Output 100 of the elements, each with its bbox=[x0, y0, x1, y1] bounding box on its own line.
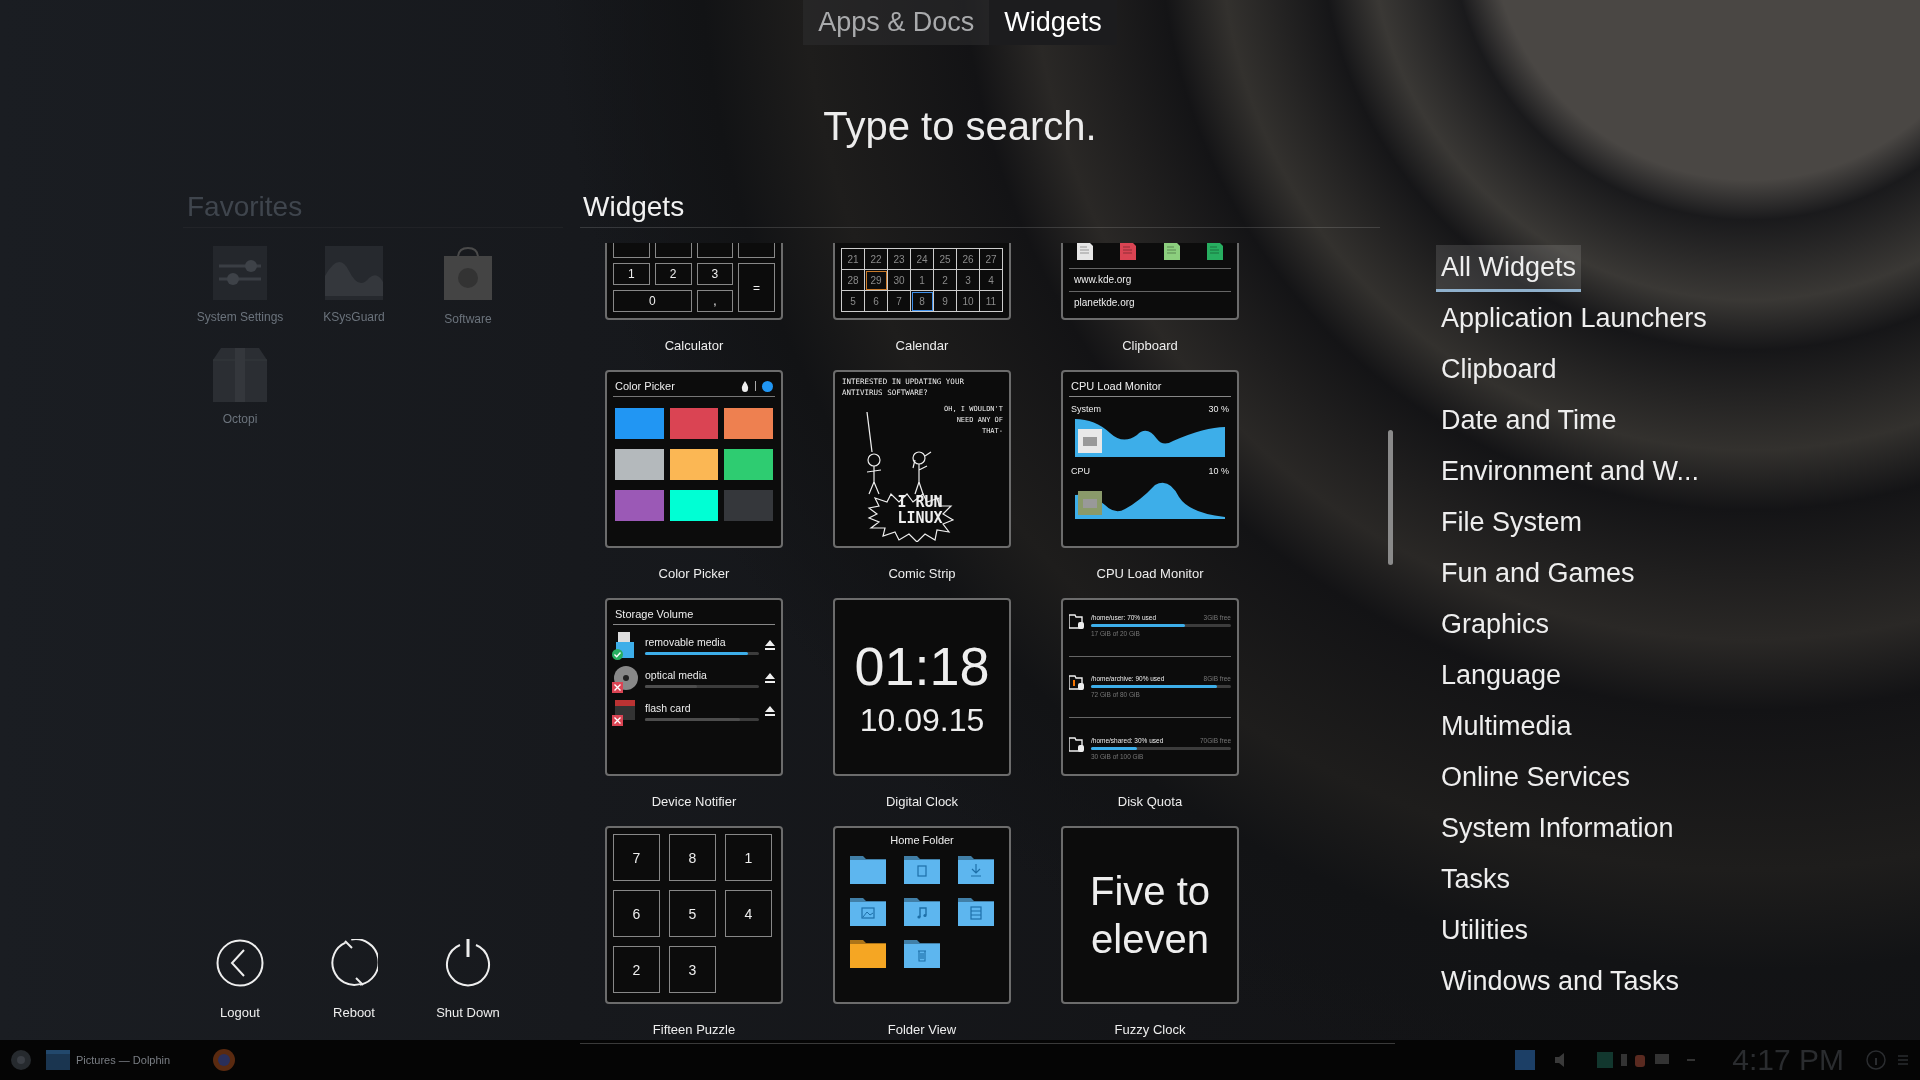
app-name[interactable]: Octopi bbox=[222, 412, 258, 426]
reboot-button[interactable]: Reboot bbox=[297, 939, 411, 1020]
eject-icon[interactable] bbox=[765, 673, 775, 683]
calculator-key: 1 bbox=[613, 263, 650, 285]
category-item[interactable]: System Information bbox=[1436, 806, 1679, 853]
category-item[interactable]: Environment and W... bbox=[1436, 449, 1705, 496]
category-item[interactable]: Graphics bbox=[1436, 602, 1555, 649]
calendar-day[interactable]: 25 bbox=[934, 249, 957, 270]
category-item[interactable]: Application Launchers bbox=[1436, 296, 1712, 343]
folder-title: Home Folder bbox=[889, 834, 955, 846]
calendar-day[interactable]: 23 bbox=[888, 249, 911, 270]
clipboard-entry[interactable]: www.kde.org bbox=[1069, 271, 1231, 289]
folder-icon bbox=[904, 938, 940, 968]
info-icon[interactable] bbox=[1866, 1050, 1886, 1070]
category-item[interactable]: Language bbox=[1436, 653, 1567, 700]
calendar-day[interactable]: 26 bbox=[957, 249, 980, 270]
widget-preview[interactable]: 7 8 1 6 5 4 2 3 bbox=[605, 826, 783, 1004]
calendar-day[interactable]: 10 bbox=[957, 291, 980, 312]
color-swatch[interactable] bbox=[724, 408, 773, 439]
sliders-icon bbox=[213, 246, 267, 300]
calendar-day[interactable]: 8 bbox=[911, 291, 934, 312]
widget-preview[interactable]: Storage Volume removable media optical media flash card bbox=[605, 598, 783, 776]
widget-preview[interactable]: Color Picker bbox=[605, 370, 783, 548]
color-swatch[interactable] bbox=[724, 449, 773, 480]
color-swatch[interactable] bbox=[615, 490, 664, 521]
puzzle-tile[interactable]: 6 bbox=[613, 890, 660, 937]
calendar-day[interactable]: 21 bbox=[842, 249, 865, 270]
color-swatch[interactable] bbox=[724, 490, 773, 521]
widget-preview[interactable]: CPU Load Monitor System 30 % CPU 10 % bbox=[1061, 370, 1239, 548]
browser-icon[interactable] bbox=[212, 1048, 236, 1072]
device-name[interactable]: removable media bbox=[645, 635, 759, 648]
puzzle-tile[interactable]: 5 bbox=[669, 890, 716, 937]
category-item[interactable]: Clipboard bbox=[1436, 347, 1562, 394]
category-item[interactable]: Online Services bbox=[1436, 755, 1636, 802]
task-button[interactable]: Pictures — Dolphin bbox=[42, 1050, 202, 1070]
puzzle-tile[interactable]: 1 bbox=[725, 834, 772, 881]
widget-preview[interactable]: 01:18 10.09.15 bbox=[833, 598, 1011, 776]
calendar-day[interactable]: 24 bbox=[911, 249, 934, 270]
tab[interactable]: Apps & Docs bbox=[803, 0, 990, 45]
category-item[interactable]: All Widgets bbox=[1436, 245, 1582, 292]
color-swatch[interactable] bbox=[669, 449, 719, 480]
eject-icon[interactable] bbox=[765, 706, 775, 716]
search-field[interactable]: Type to search. bbox=[608, 100, 1312, 152]
category-item[interactable]: File System bbox=[1436, 500, 1588, 547]
clipboard-entry[interactable]: planetkde.org bbox=[1069, 294, 1231, 312]
color-swatch[interactable] bbox=[669, 408, 719, 439]
calendar-day[interactable]: 6 bbox=[865, 291, 888, 312]
calendar-day[interactable]: 4 bbox=[980, 270, 1003, 291]
color-swatch[interactable] bbox=[615, 449, 664, 480]
calendar-day[interactable]: 9 bbox=[934, 291, 957, 312]
shutdown-button[interactable]: Shut Down bbox=[411, 939, 525, 1020]
folder-icon bbox=[850, 854, 886, 884]
launcher-icon[interactable] bbox=[10, 1049, 32, 1071]
calendar-day[interactable]: 7 bbox=[888, 291, 911, 312]
puzzle-tile[interactable]: 8 bbox=[669, 834, 716, 881]
eyedropper-icon[interactable] bbox=[741, 380, 749, 392]
category-item[interactable]: Date and Time bbox=[1436, 398, 1622, 445]
calendar-day[interactable]: 29 bbox=[865, 270, 888, 291]
puzzle-tile[interactable]: 4 bbox=[725, 890, 772, 937]
power-icon bbox=[444, 939, 492, 987]
widget-name: Clipboard bbox=[1122, 338, 1178, 353]
puzzle-tile[interactable]: 3 bbox=[669, 946, 716, 993]
scrollbar-thumb[interactable] bbox=[1388, 430, 1393, 565]
device-name[interactable]: flash card bbox=[645, 701, 759, 714]
widget-preview[interactable]: Home Folder bbox=[833, 826, 1011, 1004]
logout-button[interactable]: Logout bbox=[183, 939, 297, 1020]
calendar-day[interactable]: 22 bbox=[865, 249, 888, 270]
calendar-day[interactable]: 30 bbox=[888, 270, 911, 291]
widget-name: Calculator bbox=[664, 338, 724, 353]
category-item[interactable]: Fun and Games bbox=[1436, 551, 1640, 598]
widget-name: Fuzzy Clock bbox=[1114, 1022, 1186, 1037]
color-swatch[interactable] bbox=[615, 408, 664, 439]
widget-preview[interactable]: Five to eleven bbox=[1061, 826, 1239, 1004]
eject-icon[interactable] bbox=[765, 640, 775, 650]
category-item[interactable]: Multimedia bbox=[1436, 704, 1577, 751]
category-item[interactable]: Windows and Tasks bbox=[1436, 959, 1685, 1006]
calendar-day[interactable]: 27 bbox=[980, 249, 1003, 270]
app-name[interactable]: KSysGuard bbox=[323, 310, 385, 324]
calendar-day[interactable]: 28 bbox=[842, 270, 865, 291]
widget-preview[interactable]: www.kde.org planetkde.org bbox=[1061, 243, 1239, 320]
folder-window-icon bbox=[46, 1050, 70, 1070]
calendar-day[interactable]: 11 bbox=[980, 291, 1003, 312]
widget-preview[interactable]: 1 2 3 0 , = bbox=[605, 243, 783, 320]
widget-preview[interactable]: 21 22 23 24 25 26 27 28 29 30 1 2 3 4 5 6 7 8 9 10 11 bbox=[833, 243, 1011, 320]
app-name[interactable]: System Settings bbox=[196, 310, 284, 324]
device-name[interactable]: optical media bbox=[645, 668, 759, 681]
color-swatch[interactable] bbox=[669, 490, 719, 521]
category-item[interactable]: Utilities bbox=[1436, 908, 1533, 955]
menu-icon[interactable] bbox=[1896, 1053, 1910, 1067]
widget-name: Color Picker bbox=[658, 566, 730, 581]
calendar-day[interactable]: 3 bbox=[957, 270, 980, 291]
folder-icon bbox=[904, 854, 940, 884]
calendar-day[interactable]: 5 bbox=[842, 291, 865, 312]
calendar-day[interactable]: 2 bbox=[934, 270, 957, 291]
app-name[interactable]: Software bbox=[444, 312, 492, 326]
current-color-dot[interactable] bbox=[762, 380, 773, 392]
puzzle-tile[interactable]: 2 bbox=[613, 946, 660, 993]
puzzle-tile[interactable]: 7 bbox=[613, 834, 660, 881]
category-item[interactable]: Tasks bbox=[1436, 857, 1516, 904]
calendar-day[interactable]: 1 bbox=[911, 270, 934, 291]
